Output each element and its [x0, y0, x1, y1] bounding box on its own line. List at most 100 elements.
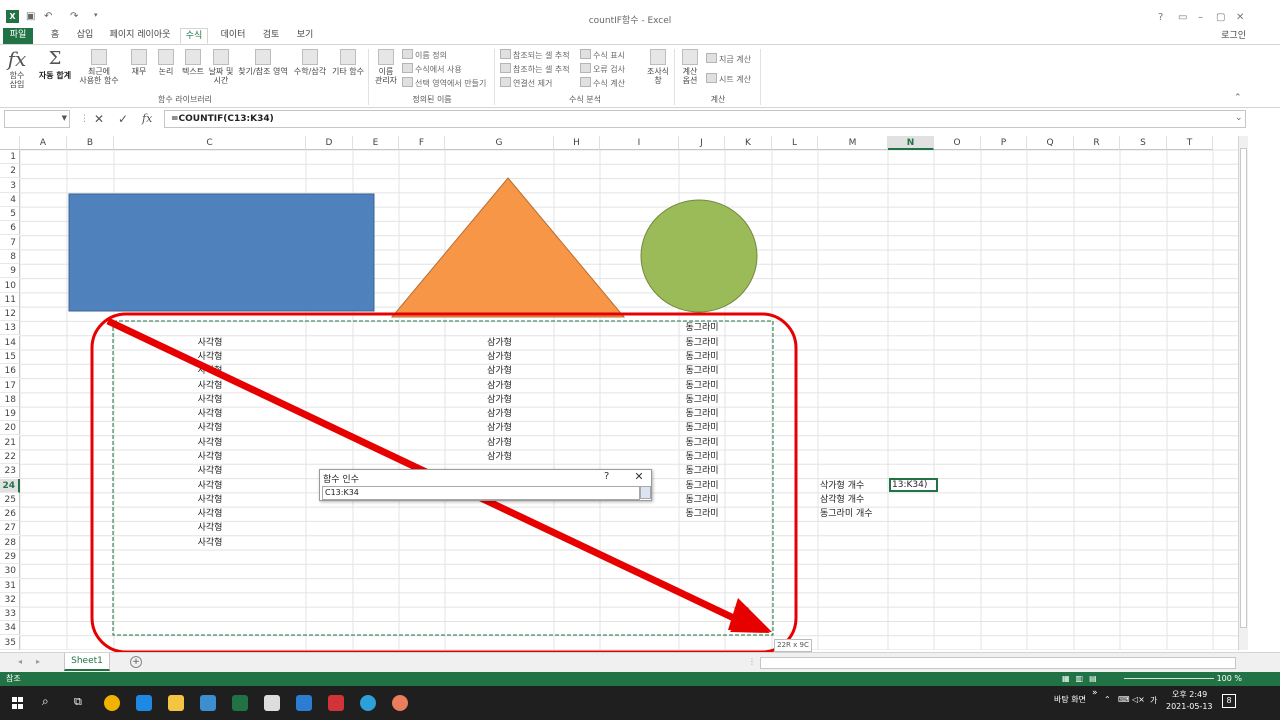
network-icon[interactable]: ⌨	[1118, 695, 1130, 704]
app-icon[interactable]	[200, 695, 216, 711]
worksheet-grid[interactable]: ABCDEFGHIJKLMNOPQRST 1 2 3 4 5 6 7 8 9 10 11 12 13 14…	[0, 136, 1280, 654]
name-manager-button[interactable]: 이름 관리자	[372, 49, 400, 85]
app2-icon[interactable]	[328, 695, 344, 711]
name-manager-icon	[378, 49, 394, 65]
use-in-formula-button[interactable]: 수식에서 사용	[402, 63, 462, 75]
collapse-ribbon-icon[interactable]: ⌃	[1234, 93, 1242, 103]
prev-sheet-icon[interactable]: ◂	[18, 657, 22, 666]
sheet-tab-sheet1[interactable]: Sheet1	[64, 653, 110, 671]
date-time-button[interactable]: 날짜 및 시간	[206, 49, 236, 85]
financial-button[interactable]: 재무	[128, 49, 150, 76]
help-icon[interactable]: ?	[604, 471, 609, 482]
next-sheet-icon[interactable]: ▸	[36, 657, 40, 666]
chrome-icon[interactable]	[104, 695, 120, 711]
windows-start-icon[interactable]	[12, 697, 24, 709]
add-sheet-icon[interactable]: +	[130, 656, 142, 668]
define-name-button[interactable]: 이름 정의	[402, 49, 447, 61]
lookup-button[interactable]: 찾기/참조 영역	[236, 49, 290, 76]
close-icon[interactable]: ✕	[1236, 12, 1244, 23]
trace-dependents-button[interactable]: 참조하는 셀 추적	[500, 63, 570, 75]
view-buttons[interactable]: ▦▥▤	[1062, 672, 1103, 685]
text-book-icon	[185, 49, 201, 65]
active-cell-n24[interactable]: 13:K34)	[889, 478, 938, 492]
trace-precedents-button[interactable]: 참조되는 셀 추적	[500, 49, 570, 61]
logical-icon	[158, 49, 174, 65]
paint-icon[interactable]	[392, 695, 408, 711]
remove-arrows-button[interactable]: 연결선 제거	[500, 77, 552, 89]
file-explorer-icon[interactable]	[168, 695, 184, 711]
tab-formulas[interactable]: 수식	[180, 28, 208, 44]
restore-ribbon-icon[interactable]: ▭	[1178, 12, 1187, 23]
excel-icon[interactable]	[232, 695, 248, 711]
minimize-icon[interactable]: –	[1198, 12, 1203, 23]
formula-input[interactable]: =COUNTIF(C13:K34)	[164, 110, 1246, 128]
login-link[interactable]: 로그인	[1221, 28, 1246, 41]
group-separator	[368, 49, 369, 105]
calculate-now-button[interactable]: 지금 계산	[706, 53, 751, 65]
split-handle-icon[interactable]: ⋮	[748, 657, 756, 666]
sheet-tab-bar: ◂ ▸ Sheet1 + ⋮	[0, 652, 1280, 672]
circle-shape[interactable]	[640, 199, 758, 313]
red-arrow-tip	[728, 598, 772, 632]
notification-icon[interactable]: 8	[1222, 694, 1236, 708]
edge-icon[interactable]	[136, 695, 152, 711]
insert-function-icon[interactable]: fx	[142, 112, 152, 125]
triangle-shape[interactable]	[390, 177, 626, 318]
help-icon[interactable]: ?	[1158, 12, 1163, 23]
logical-button[interactable]: 논리	[155, 49, 177, 76]
tab-review[interactable]: 검토	[258, 28, 284, 44]
vertical-scrollbar[interactable]	[1238, 136, 1248, 650]
sigma-icon: Σ	[44, 49, 66, 69]
clock-date[interactable]: 2021-05-13	[1166, 702, 1213, 711]
clock-time[interactable]: 오후 2:49	[1172, 689, 1207, 700]
tab-home[interactable]: 홈	[44, 28, 66, 44]
tab-file[interactable]: 파일	[3, 28, 33, 44]
calculate-sheet-button[interactable]: 시트 계산	[706, 73, 751, 85]
ime-indicator[interactable]: 가	[1150, 695, 1157, 706]
volume-icon[interactable]: ◁×	[1132, 695, 1145, 704]
math-button[interactable]: 수학/삼각	[292, 49, 328, 76]
text-button[interactable]: 텍스트	[180, 49, 206, 76]
ribbon-tabs: 파일 홈 삽입 페이지 레이아웃 수식 데이터 검토 보기 로그인	[0, 26, 1280, 44]
expand-dialog-icon[interactable]	[640, 486, 651, 499]
function-arguments-dialog: 함수 인수 ? ✕ C13:K34	[319, 469, 652, 501]
tab-view[interactable]: 보기	[292, 28, 318, 44]
autosum-button[interactable]: Σ 자동 합계	[36, 49, 74, 81]
desktop-label[interactable]: 바탕 화면	[1054, 694, 1086, 705]
tab-page-layout[interactable]: 페이지 레이아웃	[106, 28, 174, 44]
maximize-icon[interactable]: ▢	[1216, 12, 1225, 23]
show-formulas-button[interactable]: 수식 표시	[580, 49, 625, 61]
desktop-toolbar-icon[interactable]: »	[1092, 688, 1098, 698]
group-calculation: 계산	[710, 95, 726, 104]
more-functions-icon	[340, 49, 356, 65]
watch-window-button[interactable]: 조사식 창	[644, 49, 672, 85]
rectangle-shape[interactable]	[68, 193, 375, 312]
close-icon[interactable]: ✕	[630, 470, 648, 484]
create-from-selection-button[interactable]: 선택 영역에서 만들기	[402, 77, 486, 89]
recent-functions-button[interactable]: 최근에 사용한 함수	[74, 49, 124, 85]
math-label: 수학/삼각	[293, 67, 327, 76]
error-checking-button[interactable]: 오류 검사	[580, 63, 625, 75]
vertical-scroll-thumb[interactable]	[1240, 148, 1247, 628]
evaluate-formula-button[interactable]: 수식 계산	[580, 77, 625, 89]
tray-overflow-icon[interactable]: ⌃	[1104, 695, 1111, 704]
name-box[interactable]: ▼	[4, 110, 70, 128]
calc-options-button[interactable]: 계산 옵션	[678, 49, 702, 85]
range-input[interactable]: C13:K34	[322, 486, 640, 500]
zoom-slider[interactable]	[1124, 678, 1214, 679]
enter-icon[interactable]: ✓	[118, 112, 128, 126]
chevron-down-icon[interactable]: ▼	[62, 114, 67, 122]
zoom-level[interactable]: 100 %	[1217, 672, 1242, 685]
mail-icon[interactable]	[296, 695, 312, 711]
edge-new-icon[interactable]	[360, 695, 376, 711]
task-view-icon[interactable]: ⧉	[74, 695, 82, 709]
cancel-icon[interactable]: ✕	[94, 112, 104, 126]
tab-insert[interactable]: 삽입	[72, 28, 98, 44]
tab-data[interactable]: 데이터	[216, 28, 250, 44]
expand-formula-icon[interactable]: ⌄	[1235, 113, 1243, 123]
horizontal-scrollbar[interactable]	[760, 657, 1236, 669]
more-functions-button[interactable]: 기타 함수	[330, 49, 366, 76]
store-icon[interactable]	[264, 695, 280, 711]
insert-function-button[interactable]: fx 함수 삽입	[4, 49, 30, 89]
search-icon[interactable]: ⌕	[42, 694, 49, 709]
